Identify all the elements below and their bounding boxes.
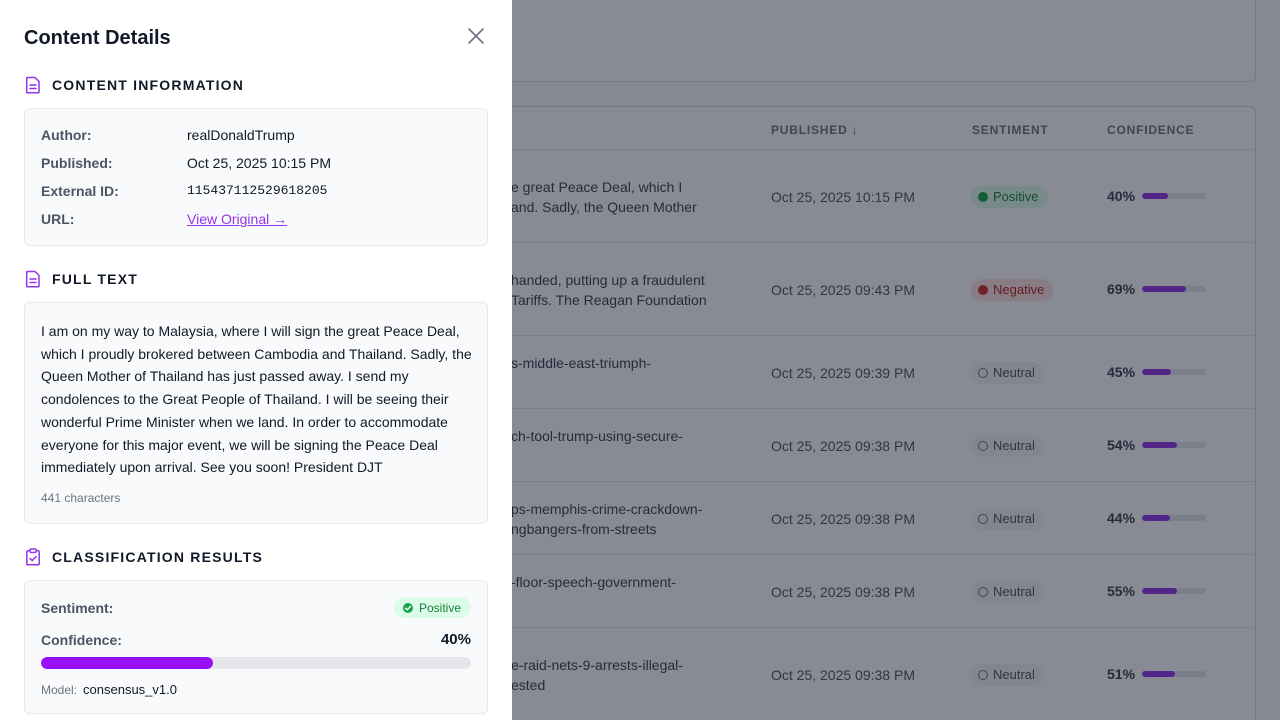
model-info: Model: consensus_v1.0 [41, 682, 177, 697]
clipboard-check-icon [24, 548, 42, 566]
section-label: FULL TEXT [52, 271, 138, 287]
external-id-value: 115437112529618205 [187, 183, 328, 198]
confidence-label: Confidence: [41, 632, 122, 648]
published-label: Published: [41, 155, 113, 171]
model-label: Model: [41, 683, 78, 697]
document-icon [24, 76, 42, 94]
drawer-title: Content Details [24, 27, 171, 49]
classification-panel: Sentiment: Positive Confidence: 40% Mode… [24, 580, 488, 714]
model-value: consensus_v1.0 [83, 682, 177, 697]
close-button[interactable] [464, 24, 488, 48]
confidence-progress-fill [41, 657, 213, 669]
character-count: 441 characters [41, 491, 121, 505]
url-label: URL: [41, 211, 75, 227]
content-information-panel: Author: realDonaldTrump Published: Oct 2… [24, 108, 488, 246]
full-text-panel: I am on my way to Malaysia, where I will… [24, 302, 488, 524]
content-details-drawer: Content Details CONTENT INFORMATION Auth… [0, 0, 512, 720]
external-id-label: External ID: [41, 183, 119, 199]
content-information-heading: CONTENT INFORMATION [24, 76, 244, 94]
confidence-progress-bar [41, 657, 471, 669]
section-label: CONTENT INFORMATION [52, 77, 245, 93]
full-text-body: I am on my way to Malaysia, where I will… [41, 323, 472, 476]
sentiment-badge: Positive [393, 597, 471, 618]
url-row: URL: View Original → [41, 211, 287, 227]
check-circle-icon [402, 602, 413, 613]
published-value: Oct 25, 2025 10:15 PM [187, 155, 331, 171]
sentiment-label: Sentiment: [41, 600, 114, 616]
published-row: Published: Oct 25, 2025 10:15 PM [41, 155, 331, 171]
external-id-row: External ID: 115437112529618205 [41, 183, 327, 199]
author-label: Author: [41, 127, 92, 143]
document-icon [24, 270, 42, 288]
close-icon [468, 28, 484, 44]
view-original-link[interactable]: View Original → [187, 211, 287, 227]
section-label: CLASSIFICATION RESULTS [52, 549, 263, 565]
classification-results-heading: CLASSIFICATION RESULTS [24, 548, 263, 566]
confidence-value: 40% [440, 631, 471, 648]
sentiment-value: Positive [418, 600, 461, 615]
author-row: Author: realDonaldTrump [41, 127, 295, 143]
author-value: realDonaldTrump [187, 127, 295, 143]
full-text-heading: FULL TEXT [24, 270, 138, 288]
